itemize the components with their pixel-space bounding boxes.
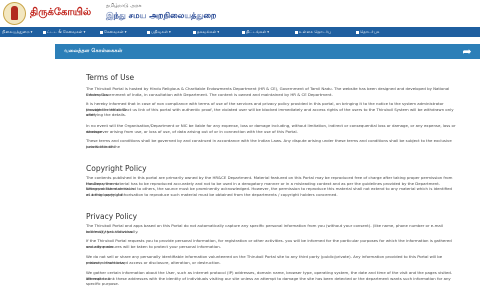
terms-text: provided in the contact us link of this … [86, 106, 454, 118]
page-title: வலைத்தள கொள்கைகள் [64, 48, 123, 54]
section-header-bar: வலைத்தள கொள்கைகள் ➦ [55, 44, 480, 59]
privacy-text: The Thirukoil Portal and apps based on t… [86, 223, 443, 234]
grid-icon [242, 30, 245, 34]
privacy-text: misuse, unauthorized access or disclosur… [86, 259, 221, 265]
nav-item-information[interactable]: தகவல்கள்▾ [193, 27, 219, 37]
nav-item-department[interactable]: நிலையத்துறை▾ [2, 27, 32, 37]
department-title: இந்து சமய அறநிலையத்துறை [106, 11, 217, 20]
copyright-heading: Copyright Policy [86, 164, 147, 173]
nav-item-services-legacy[interactable]: ட்டட & சேவைகள்▾ [43, 27, 85, 37]
chevron-down-icon: ▾ [169, 30, 171, 34]
grid-icon [43, 30, 46, 34]
nav-item-registrations[interactable]: பதிவுகள்▾ [147, 27, 171, 37]
government-label: தமிழ்நாடு அரசு [106, 3, 142, 9]
site-brand[interactable]: திருக்கோயில் [30, 7, 91, 19]
terms-text: These terms and conditions shall be gove… [86, 138, 452, 149]
grid-icon [193, 30, 196, 34]
main-nav: நிலையத்துறை▾ ட்டட & சேவைகள்▾ சேவைகள்▾ பத… [0, 27, 480, 37]
terms-text: whatsoever arising from use, or loss of … [86, 128, 298, 134]
grid-icon [147, 30, 150, 34]
chevron-down-icon: ▾ [30, 30, 33, 34]
terms-text: verifying the details. [86, 112, 127, 118]
chevron-down-icon: ▾ [83, 30, 86, 34]
privacy-text: security measures will be taken to prote… [86, 243, 221, 249]
nav-item-schemes[interactable]: திட்டங்கள்▾ [242, 27, 269, 37]
chevron-down-icon: ▾ [217, 30, 220, 34]
copyright-text: of a third party. Authorisation to repro… [86, 191, 338, 197]
privacy-text: to identify you individually. [86, 228, 139, 234]
privacy-heading: Privacy Policy [86, 212, 138, 221]
terms-text: Centre, Government of India, in consulta… [86, 91, 333, 97]
grid-icon [295, 30, 298, 34]
nav-item-internal-contact[interactable]: உள்ளக தொடர்பு [295, 27, 331, 37]
terms-text: courts of India. [86, 143, 116, 149]
grid-icon [100, 30, 103, 34]
nav-item-services[interactable]: சேவைகள்▾ [100, 27, 127, 37]
back-arrow-icon[interactable]: ➦ [460, 45, 474, 58]
chevron-down-icon: ▾ [124, 30, 127, 34]
site-header: திருக்கோயில் தமிழ்நாடு அரசு இந்து சமய அற… [0, 0, 480, 27]
terms-heading: Terms of Use [86, 73, 135, 82]
temple-logo-icon[interactable] [3, 2, 26, 25]
chevron-down-icon: ▾ [267, 30, 269, 34]
privacy-text: attempt to link these addresses with the… [86, 275, 451, 287]
grid-icon [356, 30, 359, 34]
nav-item-contact[interactable]: தொடர்புக [356, 27, 380, 37]
